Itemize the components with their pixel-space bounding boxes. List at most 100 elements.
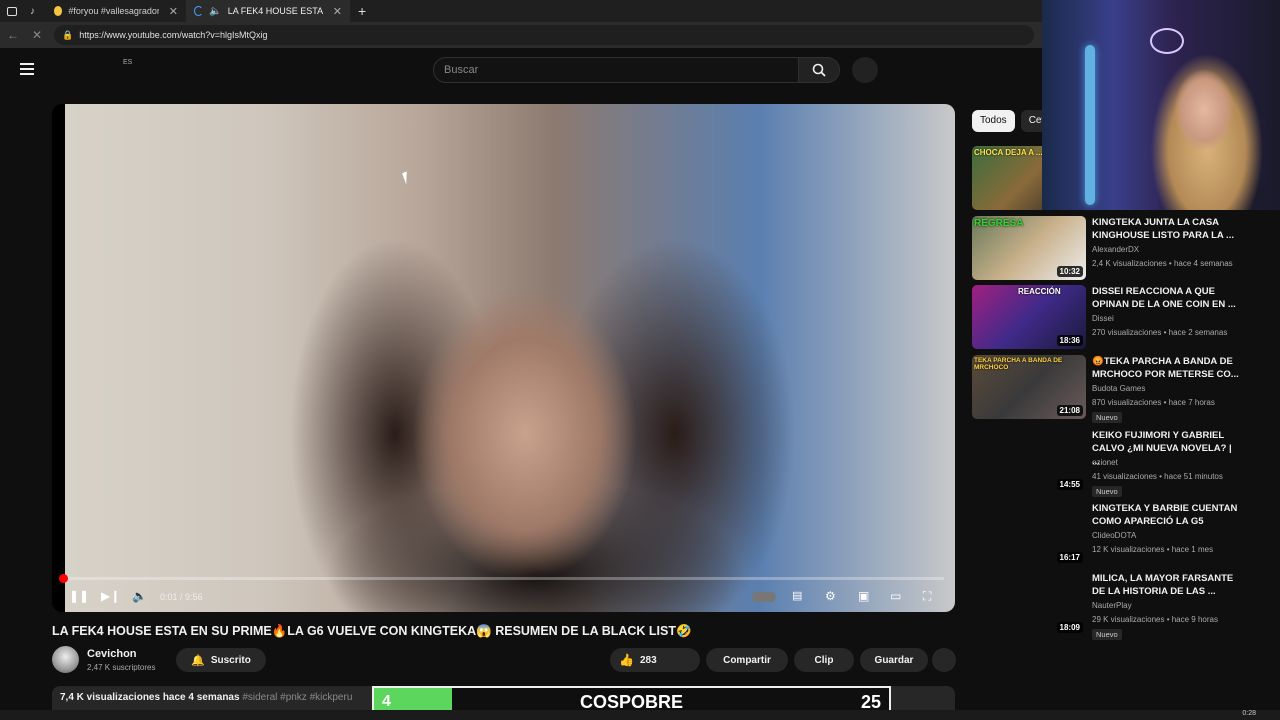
- video-title: LA FEK4 HOUSE ESTA EN SU PRIME🔥LA G6 VUE…: [52, 624, 692, 638]
- list-item[interactable]: 16:17 KINGTEKA Y BARBIE CUENTAN COMO APA…: [972, 502, 1272, 566]
- video-title[interactable]: 😡TEKA PARCHA A BANDA DE MRCHOCO POR METE…: [1092, 355, 1242, 381]
- video-thumbnail[interactable]: REACCIÓN 18:36: [972, 285, 1086, 349]
- youtube-header: ES Buscar: [0, 48, 1042, 92]
- voice-search-button[interactable]: [852, 57, 878, 83]
- channel-name[interactable]: NauterPlay: [1092, 601, 1132, 610]
- duration-badge: 14:55: [1056, 479, 1083, 490]
- subscriber-count: 2,47 K suscriptores: [87, 663, 156, 672]
- video-title[interactable]: KINGTEKA Y BARBIE CUENTAN COMO APARECIÓ …: [1092, 502, 1242, 528]
- tab-label: #foryou #vallesagradorp #vi: [68, 6, 159, 16]
- search-input[interactable]: Buscar: [433, 57, 799, 83]
- browser-tab-bar: ♪ #foryou #vallesagradorp #vi ✕ 🔈 LA FEK…: [0, 0, 1042, 22]
- back-arrow-icon[interactable]: ←: [6, 28, 20, 42]
- save-button[interactable]: Guardar: [860, 648, 928, 672]
- plus-icon: +: [358, 3, 367, 19]
- list-item[interactable]: 14:55 KEIKO FUJIMORI Y GABRIEL CALVO ¿MI…: [972, 429, 1272, 497]
- url-text: https://www.youtube.com/watch?v=hlgIsMtQ…: [79, 30, 268, 40]
- progress-scrubber-handle[interactable]: [59, 574, 68, 583]
- channel-name[interactable]: Cevichon: [87, 648, 137, 660]
- planet-neon-icon: [1150, 28, 1184, 54]
- autoplay-toggle[interactable]: [752, 592, 776, 602]
- os-taskbar: [0, 710, 1280, 720]
- bell-icon: 🔔: [191, 654, 205, 667]
- like-button[interactable]: 👍 283: [610, 648, 700, 672]
- video-thumbnail[interactable]: 18:09: [972, 572, 1086, 636]
- video-meta: 2,4 K visualizaciones • hace 4 semanas: [1092, 259, 1233, 268]
- video-thumbnail[interactable]: 14:55: [972, 429, 1086, 493]
- like-count: 283: [639, 654, 657, 666]
- thumbnail-text: REGRESA: [974, 218, 1024, 229]
- tab-sidebar-toggle[interactable]: [0, 0, 26, 22]
- subscribed-label: Suscrito: [210, 654, 251, 666]
- tab-youtube-video[interactable]: 🔈 LA FEK4 HOUSE ESTA EN SU ✕: [186, 0, 350, 22]
- neon-light-decoration: [1085, 45, 1095, 205]
- channel-name[interactable]: ClideoDOTA: [1092, 531, 1136, 540]
- subtitles-icon[interactable]: ▤: [792, 589, 802, 602]
- duration-badge: 16:17: [1056, 552, 1083, 563]
- hamburger-menu-icon[interactable]: [20, 63, 34, 75]
- list-item[interactable]: TEKA PARCHA A BANDA DE MRCHOCO 21:08 😡TE…: [972, 355, 1272, 423]
- video-thumbnail[interactable]: REGRESA 10:32: [972, 216, 1086, 280]
- video-player[interactable]: [52, 104, 955, 612]
- player-controls: ❚❚ ▶❙ 🔈 0:01 / 9:56 ▤ ⚙ ▣ ▭ ⛶: [52, 584, 955, 610]
- channel-name[interactable]: Budota Games: [1092, 384, 1145, 393]
- video-thumbnail[interactable]: 16:17: [972, 502, 1086, 566]
- video-title[interactable]: DISSEI REACCIONA A QUE OPINAN DE LA ONE …: [1092, 285, 1242, 311]
- duration-badge: 18:09: [1056, 622, 1083, 633]
- video-frame[interactable]: [65, 104, 955, 612]
- thumbnail-text: CHOCA DEJA A ...: [974, 148, 1043, 157]
- tab-tiktok[interactable]: ♪: [26, 0, 46, 22]
- video-meta: 12 K visualizaciones • hace 1 mes: [1092, 545, 1214, 554]
- duration-badge: 21:08: [1056, 405, 1083, 416]
- video-title[interactable]: KINGTEKA JUNTA LA CASA KINGHOUSE LISTO P…: [1092, 216, 1242, 242]
- stop-loading-icon[interactable]: ✕: [30, 28, 44, 42]
- list-item[interactable]: REACCIÓN 18:36 DISSEI REACCIONA A QUE OP…: [972, 285, 1272, 349]
- more-actions-button[interactable]: [932, 648, 956, 672]
- emoji-favicon-icon: [54, 6, 63, 16]
- url-field[interactable]: 🔒 https://www.youtube.com/watch?v=hlgIsM…: [54, 25, 1034, 45]
- speaker-icon[interactable]: 🔈: [209, 6, 221, 17]
- list-item[interactable]: REGRESA 10:32 KINGTEKA JUNTA LA CASA KIN…: [972, 216, 1272, 280]
- save-label: Guardar: [874, 654, 914, 666]
- video-meta: 41 visualizaciones • hace 51 minutos: [1092, 472, 1223, 481]
- next-video-icon[interactable]: ▶❙: [101, 589, 120, 603]
- description-hashtags[interactable]: #sideral #pnkz #kickperu: [242, 692, 352, 703]
- clip-button[interactable]: Clip: [794, 648, 854, 672]
- new-badge: Nuevo: [1092, 412, 1122, 423]
- new-badge: Nuevo: [1092, 486, 1122, 497]
- tiktok-icon: ♪: [30, 5, 35, 17]
- channel-avatar[interactable]: [52, 646, 79, 673]
- miniplayer-icon[interactable]: ▣: [858, 589, 869, 603]
- browser-address-bar: ← ✕ 🔒 https://www.youtube.com/watch?v=hl…: [0, 22, 1042, 48]
- close-tab-icon[interactable]: ✕: [169, 5, 178, 18]
- channel-name[interactable]: Dissei: [1092, 314, 1114, 323]
- new-badge: Nuevo: [1092, 629, 1122, 640]
- tab-label: LA FEK4 HOUSE ESTA EN SU: [227, 6, 323, 16]
- search-icon: [812, 63, 826, 77]
- site-info-icon[interactable]: 🔒: [62, 30, 73, 41]
- channel-name[interactable]: AlexanderDX: [1092, 245, 1139, 254]
- volume-icon[interactable]: 🔈: [132, 589, 147, 603]
- close-tab-icon[interactable]: ✕: [333, 5, 342, 18]
- share-button[interactable]: Compartir: [706, 648, 788, 672]
- video-title[interactable]: MILICA, LA MAYOR FARSANTE DE LA HISTORIA…: [1092, 572, 1242, 598]
- duration-badge: 18:36: [1056, 335, 1083, 346]
- video-meta: 870 visualizaciones • hace 7 horas: [1092, 398, 1215, 407]
- video-thumbnail[interactable]: TEKA PARCHA A BANDA DE MRCHOCO 21:08: [972, 355, 1086, 419]
- settings-gear-icon[interactable]: ⚙: [825, 589, 836, 603]
- region-code: ES: [123, 59, 133, 66]
- chip-todos[interactable]: Todos: [972, 110, 1015, 132]
- taskbar-clock: 0:28: [1242, 710, 1256, 717]
- thumbnail-text: TEKA PARCHA A BANDA DE MRCHOCO: [974, 357, 1063, 371]
- subscribed-button[interactable]: 🔔 Suscrito: [176, 648, 266, 672]
- window-icon: [7, 6, 17, 16]
- pause-icon[interactable]: ❚❚: [69, 589, 89, 603]
- tab-foryou[interactable]: #foryou #vallesagradorp #vi ✕: [46, 0, 186, 22]
- new-tab-button[interactable]: +: [350, 0, 374, 22]
- fullscreen-icon[interactable]: ⛶: [923, 589, 931, 604]
- video-progress-bar[interactable]: [59, 574, 944, 583]
- search-button[interactable]: [798, 57, 840, 83]
- theater-mode-icon[interactable]: ▭: [890, 589, 901, 603]
- channel-name[interactable]: ezionet: [1092, 458, 1118, 467]
- list-item[interactable]: 18:09 MILICA, LA MAYOR FARSANTE DE LA HI…: [972, 572, 1272, 640]
